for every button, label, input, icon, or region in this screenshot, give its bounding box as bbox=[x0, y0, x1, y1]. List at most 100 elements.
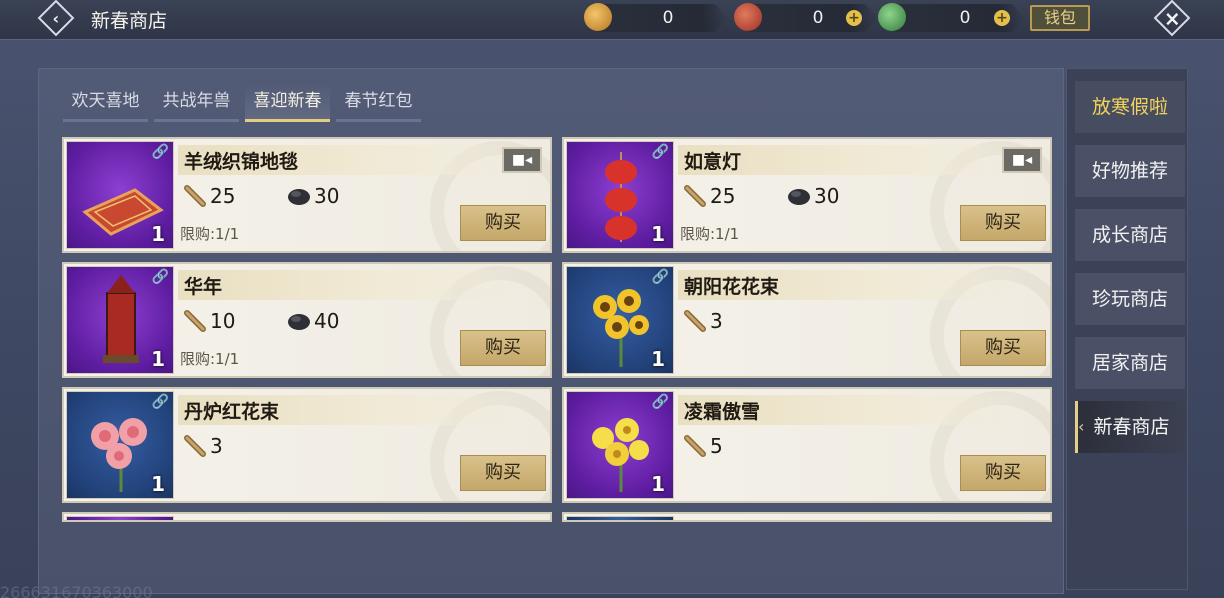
back-button[interactable]: ‹ bbox=[36, 0, 76, 37]
bound-link-icon: 🔗 bbox=[651, 269, 669, 285]
scroll-icon bbox=[184, 185, 206, 207]
item-cost: 10 bbox=[182, 308, 235, 334]
buy-button[interactable]: 购买 bbox=[960, 205, 1046, 241]
item-name-bar bbox=[178, 270, 528, 300]
tab-huantianxidi[interactable]: 欢天喜地 bbox=[63, 84, 148, 122]
jade-token-icon bbox=[878, 3, 906, 31]
cost-value: 25 bbox=[210, 184, 236, 208]
purchase-limit: 限购:1/1 bbox=[680, 225, 740, 243]
item-quantity: 1 bbox=[151, 472, 165, 496]
item-thumbnail bbox=[566, 516, 674, 520]
item-thumbnail[interactable]: 🔗 1 bbox=[66, 141, 174, 249]
purchase-limit: 限购:1/1 bbox=[180, 350, 240, 368]
cost-value: 30 bbox=[814, 184, 840, 208]
page-title: 新春商店 bbox=[91, 10, 168, 32]
item-name: 羊绒织锦地毯 bbox=[184, 151, 299, 173]
cost-value: 10 bbox=[210, 309, 236, 333]
item-name-bar bbox=[178, 520, 528, 522]
user-id-watermark: 266631670363000 bbox=[0, 583, 153, 598]
buy-button[interactable]: 购买 bbox=[960, 455, 1046, 491]
sidebar-item-new-year-shop[interactable]: 新春商店 bbox=[1075, 401, 1185, 453]
wallet-button[interactable]: 钱包 bbox=[1030, 5, 1090, 31]
item-name: 如意灯 bbox=[684, 151, 742, 173]
item-thumbnail[interactable]: 🔗 1 bbox=[566, 391, 674, 499]
buy-button[interactable]: 购买 bbox=[460, 330, 546, 366]
item-name: 朝阳花花束 bbox=[684, 276, 780, 298]
scroll-icon bbox=[184, 435, 206, 457]
item-quantity: 1 bbox=[651, 472, 665, 496]
sidebar-item-winter-break[interactable]: 放寒假啦 bbox=[1075, 81, 1185, 133]
shop-item-card[interactable]: 🔗 1 朝阳花花束 3 购买 bbox=[562, 262, 1052, 378]
cost-value: 3 bbox=[710, 309, 723, 333]
cost-value: 30 bbox=[314, 184, 340, 208]
shop-item-card-partial[interactable] bbox=[62, 512, 552, 522]
shop-item-card-partial[interactable] bbox=[562, 512, 1052, 522]
item-name-bar bbox=[678, 520, 1028, 522]
item-name: 凌霜傲雪 bbox=[684, 401, 761, 423]
add-jade-token-button[interactable]: + bbox=[994, 10, 1010, 26]
camera-icon: ■◂ bbox=[1011, 152, 1033, 168]
item-name: 丹炉红花束 bbox=[184, 401, 280, 423]
item-cost: 25 bbox=[182, 183, 235, 209]
category-tabs: 欢天喜地 共战年兽 喜迎新春 春节红包 bbox=[63, 84, 421, 122]
fur-icon bbox=[288, 189, 310, 205]
scroll-icon bbox=[684, 185, 706, 207]
top-bar: ‹ 新春商店 0 0 + 0 + 钱包 × bbox=[0, 0, 1224, 40]
item-cost: 30 bbox=[786, 183, 839, 209]
bound-link-icon: 🔗 bbox=[151, 394, 169, 410]
buy-button[interactable]: 购买 bbox=[460, 205, 546, 241]
tab-gongzhannianshou[interactable]: 共战年兽 bbox=[154, 84, 239, 122]
tab-xiyingxinchun[interactable]: 喜迎新春 bbox=[245, 84, 330, 122]
shop-item-card[interactable]: 🔗 1 华年 10 40 限购:1/1 购买 bbox=[62, 262, 552, 378]
cost-value: 5 bbox=[710, 434, 723, 458]
item-cost: 3 bbox=[682, 308, 723, 334]
cost-value: 25 bbox=[710, 184, 736, 208]
item-cost: 30 bbox=[286, 183, 339, 209]
item-quantity: 1 bbox=[151, 222, 165, 246]
bound-link-icon: 🔗 bbox=[651, 394, 669, 410]
buy-button[interactable]: 购买 bbox=[960, 330, 1046, 366]
fur-icon bbox=[288, 314, 310, 330]
bound-link-icon: 🔗 bbox=[151, 144, 169, 160]
purchase-limit: 限购:1/1 bbox=[180, 225, 240, 243]
buy-button[interactable]: 购买 bbox=[460, 455, 546, 491]
currency-jade-value: 0 bbox=[959, 8, 971, 28]
currency-gold-value: 0 bbox=[662, 8, 674, 28]
tab-chunjiehongbao[interactable]: 春节红包 bbox=[336, 84, 421, 122]
cost-value: 3 bbox=[210, 434, 223, 458]
gold-coin-icon bbox=[584, 3, 612, 31]
currency-red-value: 0 bbox=[812, 8, 824, 28]
item-cost: 25 bbox=[682, 183, 735, 209]
sidebar-item-growth-shop[interactable]: 成长商店 bbox=[1075, 209, 1185, 261]
shop-item-card[interactable]: 🔗 1 丹炉红花束 3 购买 bbox=[62, 387, 552, 503]
close-icon: × bbox=[1153, 0, 1191, 37]
item-cost: 40 bbox=[286, 308, 339, 334]
bound-link-icon: 🔗 bbox=[651, 144, 669, 160]
preview-camera-button[interactable]: ■◂ bbox=[502, 147, 542, 173]
add-red-token-button[interactable]: + bbox=[846, 10, 862, 26]
item-quantity: 1 bbox=[151, 347, 165, 371]
item-cost: 3 bbox=[182, 433, 223, 459]
shop-item-card[interactable]: 🔗 1 如意灯 ■◂ 25 30 限购:1/1 购买 bbox=[562, 137, 1052, 253]
close-button[interactable]: × bbox=[1152, 0, 1192, 37]
currency-gold: 0 bbox=[598, 4, 728, 32]
sidebar-item-recommended[interactable]: 好物推荐 bbox=[1075, 145, 1185, 197]
scroll-icon bbox=[684, 435, 706, 457]
item-thumbnail[interactable]: 🔗 1 bbox=[66, 391, 174, 499]
scroll-icon bbox=[184, 310, 206, 332]
bound-link-icon: 🔗 bbox=[151, 269, 169, 285]
preview-camera-button[interactable]: ■◂ bbox=[1002, 147, 1042, 173]
scroll-icon bbox=[684, 310, 706, 332]
item-thumbnail[interactable]: 🔗 1 bbox=[566, 266, 674, 374]
shop-item-card[interactable]: 🔗 1 凌霜傲雪 5 购买 bbox=[562, 387, 1052, 503]
item-thumbnail[interactable]: 🔗 1 bbox=[66, 266, 174, 374]
shop-item-card[interactable]: 🔗 1 羊绒织锦地毯 ■◂ 25 30 限购:1/1 购买 bbox=[62, 137, 552, 253]
item-thumbnail[interactable]: 🔗 1 bbox=[566, 141, 674, 249]
sidebar-item-treasure-shop[interactable]: 珍玩商店 bbox=[1075, 273, 1185, 325]
item-cost: 5 bbox=[682, 433, 723, 459]
sidebar-item-home-shop[interactable]: 居家商店 bbox=[1075, 337, 1185, 389]
red-token-icon bbox=[734, 3, 762, 31]
item-thumbnail bbox=[66, 516, 174, 520]
camera-icon: ■◂ bbox=[511, 152, 533, 168]
back-arrow-icon: ‹ bbox=[37, 0, 75, 37]
